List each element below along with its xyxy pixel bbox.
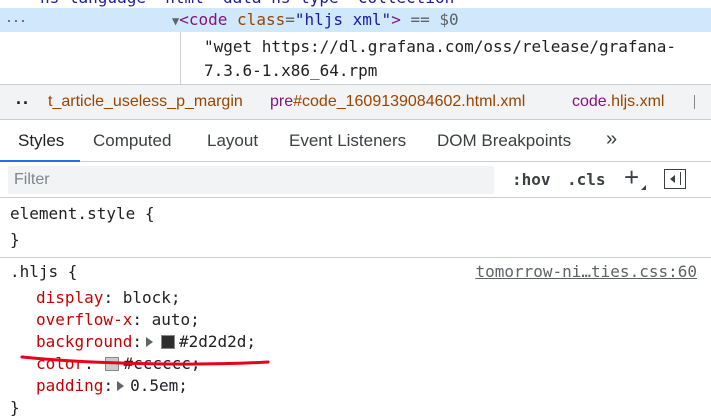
color-swatch[interactable] [160,334,175,349]
toggle-sidebar-icon[interactable] [664,169,686,189]
hljs-rule: .hljs { tomorrow-ni…ties.css:60 display:… [0,258,711,420]
tab-layout[interactable]: Layout [207,131,258,151]
attr-name: class [237,10,286,29]
color-swatch[interactable] [105,356,120,371]
breadcrumb-overflow[interactable]: .. [16,88,30,109]
css-property-color[interactable]: color: #cccccc; [36,354,201,373]
dom-node-code[interactable]: ▼<code class="hljs xml"> == $0 [172,10,459,31]
css-property-background[interactable]: background: #2d2d2d; [36,332,256,351]
sidebar-tabs: Styles Computed Layout Event Listeners D… [0,120,711,162]
expand-arrow-icon[interactable] [117,381,125,391]
text-node-line[interactable]: 7.3.6-1.x86_64.rpm [204,61,377,81]
filter-input[interactable] [8,166,494,194]
rule-close-brace: } [10,398,20,417]
node-reference: == $0 [410,10,459,29]
rule-close-brace: } [10,230,20,249]
css-property-display[interactable]: display: block; [36,288,181,307]
scroll-right-icon[interactable] [694,95,705,109]
attr-value: "hljs xml" [294,10,392,29]
expand-arrow-icon[interactable] [145,337,153,347]
styles-toolbar: :hov .cls + [0,162,711,198]
stylesheet-source-link[interactable]: tomorrow-ni…ties.css:60 [475,262,697,281]
dropdown-corner-icon [641,185,646,190]
breadcrumb-item[interactable]: code.hljs.xml [572,93,664,111]
css-property-padding[interactable]: padding: 0.5em; [36,376,188,395]
breadcrumb-item[interactable]: pre#code_1609139084602.html.xml [270,93,525,111]
tab-computed[interactable]: Computed [93,131,171,151]
tab-event-listeners[interactable]: Event Listeners [289,131,406,151]
hover-state-button[interactable]: :hov [512,170,551,189]
tab-styles[interactable]: Styles [18,131,64,151]
breadcrumb: .. t_article_useless_p_margin pre#code_1… [0,84,711,120]
breadcrumb-item[interactable]: t_article_useless_p_margin [48,93,243,111]
rule-selector[interactable]: .hljs { [10,262,77,281]
elements-panel: ns-language="html" data-ns-type="collect… [0,0,711,84]
more-actions-icon[interactable]: ··· [6,10,27,31]
rule-selector[interactable]: element.style { [10,204,155,223]
indent-guide [180,32,181,84]
element-style-rule: element.style { } [0,198,711,258]
more-tabs-icon[interactable]: » [606,128,617,151]
text-node-line[interactable]: "wget https://dl.grafana.com/oss/release… [204,37,676,57]
css-property-overflow-x[interactable]: overflow-x: auto; [36,310,200,329]
dom-node-partial[interactable]: ns-language="html" data-ns-type="collect… [40,0,464,8]
tag-close: > [391,10,401,29]
tag-open: <code [179,10,228,29]
styles-pane: element.style { } .hljs { tomorrow-ni…ti… [0,198,711,420]
add-style-rule-button[interactable]: + [624,162,639,193]
tab-dom-breakpoints[interactable]: DOM Breakpoints [437,131,571,151]
class-toggle-button[interactable]: .cls [567,170,606,189]
